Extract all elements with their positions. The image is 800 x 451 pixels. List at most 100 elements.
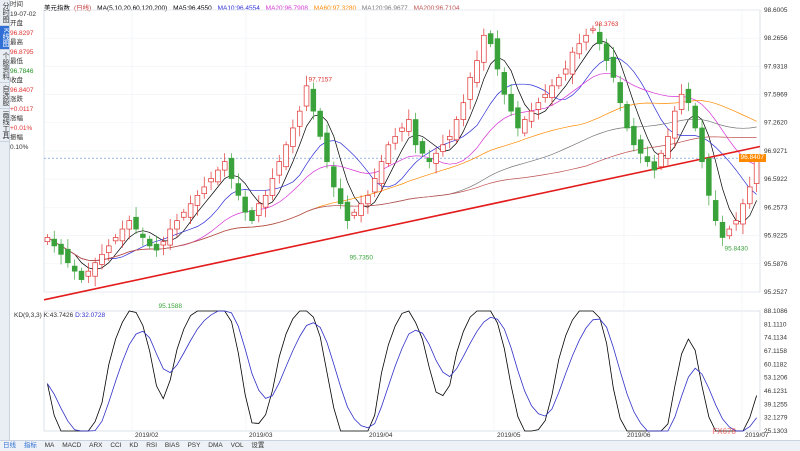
candle-body — [235, 183, 242, 196]
candle-body — [331, 166, 337, 188]
candle-body — [262, 195, 269, 208]
candle-body — [446, 136, 453, 141]
price-annotation: 95.7350 — [349, 254, 373, 261]
candle-body — [290, 127, 296, 147]
kd-axis-label: 67.1158 — [764, 348, 787, 355]
candle-body — [256, 203, 262, 216]
price-axis-label: 96.5922 — [764, 176, 788, 183]
candle-body — [249, 210, 255, 221]
candle-body — [740, 203, 746, 225]
candle-body — [651, 161, 658, 171]
candle-body — [658, 152, 664, 168]
candle-body — [699, 127, 705, 163]
candle-body — [303, 85, 310, 107]
candle-body — [515, 107, 521, 129]
btn-settings[interactable]: 设置 — [251, 442, 264, 449]
candle-body — [174, 220, 180, 230]
btn-daily[interactable]: 日线 — [3, 442, 16, 449]
kd-axis-label: 53.1206 — [764, 375, 788, 382]
kd-d-value: D:32.0728 — [75, 312, 106, 319]
candle-body — [324, 132, 330, 163]
candle-body — [576, 43, 583, 55]
candle-body — [597, 31, 603, 45]
btn-cci[interactable]: CCI — [110, 442, 121, 449]
candle-body — [399, 127, 405, 132]
kd-axis-label: 60.1182 — [764, 361, 787, 368]
btn-vol[interactable]: VOL — [231, 442, 244, 449]
price-axis-label: 97.5969 — [764, 92, 788, 99]
kd-axis-label: 39.1255 — [764, 401, 788, 408]
btn-kd[interactable]: KD — [129, 442, 138, 449]
candle-body — [71, 265, 78, 272]
candle-body — [85, 270, 92, 277]
candle-body — [133, 216, 139, 230]
x-tick: 2019/06 — [627, 432, 651, 439]
x-tick: 2019/02 — [135, 432, 159, 439]
candle-body — [719, 221, 726, 238]
btn-dma[interactable]: DMA — [208, 442, 222, 449]
candle-body — [371, 178, 378, 193]
candle-body — [215, 169, 221, 183]
candle-body — [412, 119, 419, 146]
kd-k-line — [47, 310, 757, 432]
candle-body — [337, 188, 344, 205]
candle-body — [276, 161, 282, 176]
x-tick: 2019/04 — [369, 432, 393, 439]
watermark-logo: FX678 — [712, 427, 736, 436]
candle-body — [208, 178, 214, 183]
candle-body — [65, 248, 71, 264]
candle-body — [617, 82, 623, 104]
x-tick: 2019/05 — [497, 432, 521, 439]
candle-body — [494, 38, 501, 70]
candle-body — [460, 102, 467, 120]
candle-body — [549, 85, 555, 98]
btn-indicator[interactable]: 指标 — [24, 442, 37, 449]
candle-body — [187, 203, 194, 218]
price-annotation: 98.3763 — [595, 21, 619, 28]
kd-axis-label: 81.1110 — [764, 321, 787, 328]
candle-body — [528, 110, 535, 122]
kd-axis-label: 88.1086 — [764, 308, 788, 315]
candle-body — [678, 93, 685, 110]
candle-body — [194, 195, 201, 206]
candle-body — [644, 156, 651, 163]
candle-body — [365, 195, 371, 205]
price-axis-label: 96.9271 — [764, 148, 788, 155]
candle-body — [474, 60, 480, 83]
price-axis-label: 98.6005 — [764, 7, 788, 14]
kd-axis-label: 74.1134 — [764, 335, 787, 342]
candle-body — [433, 152, 439, 164]
candle-body — [167, 228, 173, 246]
candle-body — [119, 228, 126, 242]
btn-arx[interactable]: ARX — [89, 442, 102, 449]
candle-body — [140, 233, 146, 238]
candle-body — [733, 220, 739, 225]
candle-body — [562, 68, 569, 75]
candle-body — [106, 245, 112, 253]
candle-body — [242, 196, 248, 213]
btn-psy[interactable]: PSY — [187, 442, 200, 449]
candle-body — [569, 51, 576, 75]
candle-body — [283, 144, 289, 168]
price-annotation: 95.1588 — [159, 303, 183, 310]
candle-body — [692, 105, 698, 129]
candle-body — [419, 141, 426, 154]
btn-ma[interactable]: MA — [45, 442, 55, 449]
btn-rsi[interactable]: RSI — [146, 442, 157, 449]
candle-body — [467, 77, 473, 100]
indicator-toolbar: 日线 指标 MA MACD ARX CCI KD RSI BIAS PSY DM… — [0, 440, 800, 451]
price-axis-label: 98.2656 — [764, 35, 788, 42]
candle-body — [637, 139, 644, 154]
candle-body — [665, 136, 671, 159]
btn-bias[interactable]: BIAS — [165, 442, 180, 449]
btn-macd[interactable]: MACD — [62, 442, 81, 449]
candle-body — [487, 33, 494, 45]
candle-body — [126, 220, 132, 230]
candle-body — [44, 237, 51, 243]
candle-body — [317, 110, 323, 137]
candle-body — [351, 211, 358, 216]
price-axis-label: 95.9225 — [764, 233, 788, 240]
candle-body — [583, 34, 589, 43]
kline-chart[interactable]: 98.6005 98.2656 97.9318 97.5969 97.2620 96.92… — [0, 0, 800, 440]
candle-body — [181, 211, 187, 218]
